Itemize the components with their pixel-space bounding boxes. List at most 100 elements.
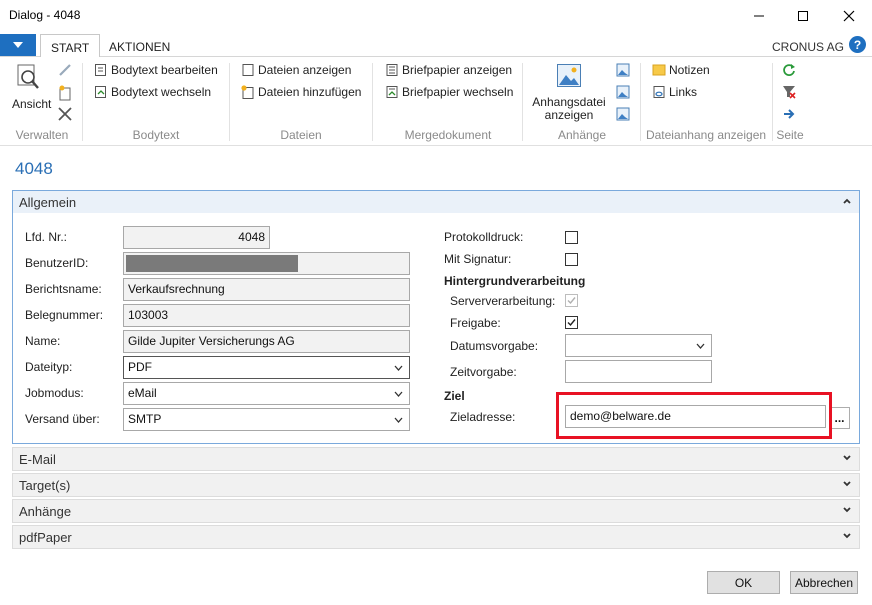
protokolldruck-label: Protokolldruck: [444, 230, 524, 244]
group-label-dateien: Dateien [280, 128, 322, 142]
chevron-up-icon [843, 198, 851, 204]
anhangsdatei-label-line2: anzeigen [544, 108, 594, 122]
new-document-icon[interactable] [58, 85, 72, 101]
bodytext-wechseln-label: Bodytext wechseln [111, 85, 212, 99]
bodytext-wechseln-button[interactable]: Bodytext wechseln [94, 85, 211, 99]
clear-filter-icon[interactable] [782, 85, 796, 99]
ribbon: Ansicht Verwalten Bodytext bearbeiten Bo… [0, 57, 872, 146]
refresh-icon[interactable] [782, 63, 796, 77]
close-button[interactable] [826, 0, 872, 32]
fasttab-pdfpaper-header[interactable]: pdfPaper [12, 525, 860, 549]
image-icon[interactable] [616, 85, 630, 99]
freigabe-label: Freigabe: [450, 316, 501, 330]
bodytext-bearbeiten-label: Bodytext bearbeiten [111, 63, 218, 77]
mit-signatur-checkbox[interactable] [565, 253, 578, 266]
edit-pencil-icon[interactable] [58, 63, 72, 77]
image-icon [557, 64, 581, 87]
fasttab-anhaenge-label: Anhänge [19, 504, 72, 519]
dateityp-label: Dateityp: [25, 360, 73, 374]
versand-ueber-select[interactable]: SMTP [123, 408, 410, 431]
chevron-down-icon [843, 481, 851, 487]
letterhead-icon [386, 64, 398, 76]
ziel-heading: Ziel [444, 389, 465, 403]
notizen-button[interactable]: Notizen [652, 63, 710, 77]
zieladresse-assist-button[interactable]: ... [829, 407, 850, 429]
briefpapier-wechseln-button[interactable]: Briefpapier wechseln [385, 85, 513, 99]
fasttab-targets-header[interactable]: Target(s) [12, 473, 860, 497]
checkmark-icon [567, 297, 576, 305]
jobmodus-value: eMail [128, 386, 157, 400]
dateien-hinzufuegen-label: Dateien hinzufügen [258, 85, 362, 99]
fasttab-allgemein-label: Allgemein [19, 195, 77, 210]
versand-ueber-value: SMTP [128, 412, 162, 426]
zeitvorgabe-field[interactable] [565, 360, 712, 383]
tab-aktionen[interactable]: AKTIONEN [99, 34, 180, 58]
name-label: Name: [25, 334, 61, 348]
briefpapier-anzeigen-button[interactable]: Briefpapier anzeigen [385, 63, 512, 77]
group-label-verwalten: Verwalten [15, 128, 69, 142]
datumsvorgabe-select[interactable] [565, 334, 712, 357]
berichtsname-field[interactable]: Verkaufsrechnung [123, 278, 410, 301]
group-label-mergedokument: Mergedokument [404, 128, 492, 142]
link-icon [653, 86, 665, 98]
document-icon [242, 64, 254, 76]
group-label-dateianhang: Dateianhang anzeigen [645, 128, 767, 142]
anhangsdatei-anzeigen-button[interactable]: Anhangsdatei anzeigen [530, 63, 608, 125]
bodytext-bearbeiten-button[interactable]: Bodytext bearbeiten [94, 63, 218, 77]
ansicht-label: Ansicht [12, 97, 52, 111]
lfd-nr-field[interactable]: 4048 [123, 226, 270, 249]
fasttab-email-label: E-Mail [19, 452, 56, 467]
ansicht-button[interactable]: Ansicht [8, 63, 52, 115]
image-icon[interactable] [616, 107, 630, 121]
serververarbeitung-label: Serververarbeitung: [450, 294, 556, 308]
chevron-down-icon [394, 417, 403, 423]
caret-down-icon [13, 42, 23, 48]
company-name: CRONUS AG [771, 40, 844, 54]
chevron-down-icon [696, 343, 705, 349]
close-icon [843, 10, 855, 22]
app-menu-button[interactable] [0, 34, 36, 56]
ok-button[interactable]: OK [707, 571, 780, 594]
chevron-down-icon [394, 365, 403, 371]
group-label-seite: Seite [776, 128, 804, 142]
note-icon [652, 64, 666, 76]
dateien-hinzufuegen-button[interactable]: Dateien hinzufügen [241, 85, 361, 99]
fasttab-anhaenge-header[interactable]: Anhänge [12, 499, 860, 523]
belegnummer-label: Belegnummer: [25, 308, 104, 322]
highlight-box [556, 392, 832, 439]
datumsvorgabe-label: Datumsvorgabe: [450, 339, 539, 353]
title-bar: Dialog - 4048 [0, 0, 872, 32]
document-switch-icon [95, 86, 106, 98]
help-button[interactable]: ? [849, 36, 866, 53]
freigabe-checkbox[interactable] [565, 316, 578, 329]
cancel-button[interactable]: Abbrechen [790, 571, 858, 594]
arrow-right-icon[interactable] [782, 107, 796, 121]
benutzerid-field[interactable] [123, 252, 410, 275]
links-button[interactable]: Links [652, 85, 697, 99]
maximize-button[interactable] [780, 0, 826, 32]
dateien-anzeigen-button[interactable]: Dateien anzeigen [241, 63, 351, 77]
belegnummer-field[interactable]: 103003 [123, 304, 410, 327]
tab-start[interactable]: START [40, 34, 101, 58]
new-document-icon [241, 85, 254, 99]
view-page-icon [17, 64, 39, 89]
mit-signatur-label: Mit Signatur: [444, 252, 512, 266]
benutzerid-label: BenutzerID: [25, 256, 89, 270]
window-title: Dialog - 4048 [9, 8, 81, 22]
briefpapier-wechseln-label: Briefpapier wechseln [402, 85, 514, 99]
letterhead-switch-icon [386, 86, 398, 98]
links-label: Links [669, 85, 698, 99]
fasttab-email-header[interactable]: E-Mail [12, 447, 860, 471]
minimize-button[interactable] [736, 0, 782, 32]
document-edit-icon [95, 64, 106, 76]
group-separator [522, 63, 523, 141]
jobmodus-select[interactable]: eMail [123, 382, 410, 405]
delete-icon[interactable] [58, 107, 72, 121]
protokolldruck-checkbox[interactable] [565, 231, 578, 244]
group-separator [229, 63, 230, 141]
name-field[interactable]: Gilde Jupiter Versicherungs AG [123, 330, 410, 353]
image-icon[interactable] [616, 63, 630, 77]
zieladresse-label: Zieladresse: [450, 410, 516, 424]
dateityp-select[interactable]: PDF [123, 356, 410, 379]
fasttab-allgemein-header[interactable]: Allgemein [12, 190, 860, 214]
